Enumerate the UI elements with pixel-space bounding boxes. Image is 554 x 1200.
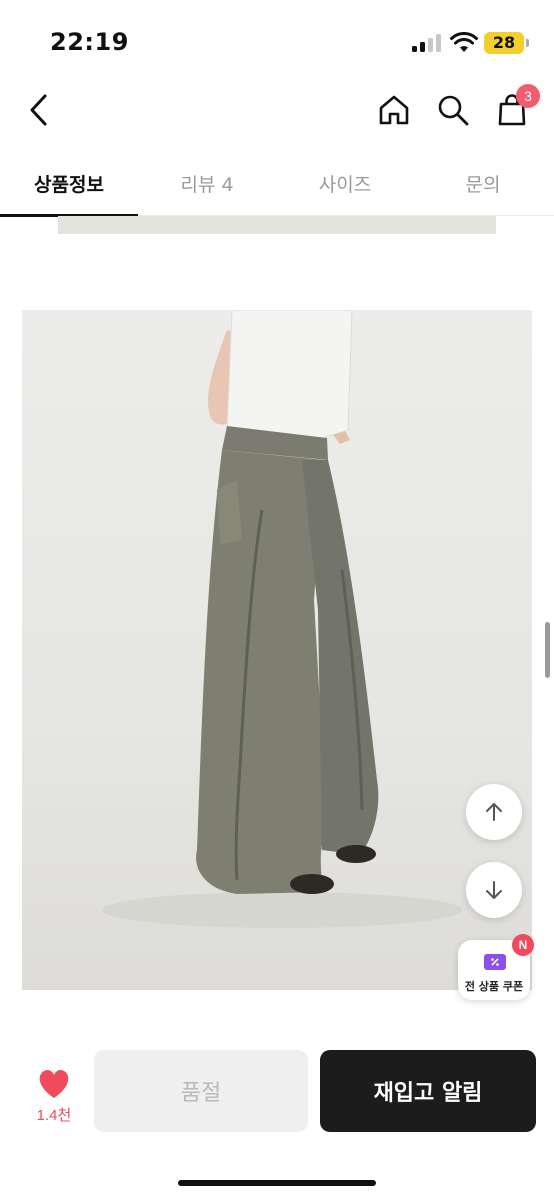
scroll-top-button[interactable]	[466, 784, 522, 840]
bottom-action-bar: 1.4천 품절 재입고 알림	[0, 1030, 554, 1200]
tab-inquiry[interactable]: 문의	[414, 150, 552, 216]
cart-button[interactable]: 3	[492, 84, 540, 130]
home-indicator	[178, 1180, 376, 1186]
cart-count-badge: 3	[516, 84, 540, 108]
tab-product-info[interactable]: 상품정보	[0, 150, 138, 217]
chevron-left-icon	[30, 94, 47, 126]
tab-reviews[interactable]: 리뷰 4	[138, 150, 276, 216]
coupon-label: 전 상품 쿠폰	[464, 980, 524, 993]
arrow-up-icon	[486, 803, 502, 821]
scroll-bottom-button[interactable]	[466, 862, 522, 918]
home-icon	[379, 95, 409, 125]
status-time: 22:19	[50, 28, 129, 56]
previous-product-image-edge	[58, 216, 496, 234]
home-button[interactable]	[374, 90, 414, 130]
battery-tip	[526, 39, 529, 47]
signal-icon	[412, 34, 441, 52]
scroll-indicator[interactable]	[545, 622, 550, 678]
like-count: 1.4천	[36, 1107, 72, 1124]
restock-alert-button[interactable]: 재입고 알림	[320, 1050, 536, 1132]
search-icon	[438, 95, 469, 126]
header: 3	[0, 80, 554, 140]
coupon-icon	[484, 954, 506, 970]
soldout-button: 품절	[94, 1050, 308, 1132]
new-badge: N	[512, 934, 534, 956]
product-tabs: 상품정보 리뷰 4 사이즈 문의	[0, 150, 554, 217]
like-button[interactable]: 1.4천	[24, 1066, 84, 1126]
product-image	[22, 310, 532, 990]
battery-indicator: 28	[484, 32, 524, 54]
heart-icon	[39, 1069, 69, 1098]
back-button[interactable]	[18, 88, 58, 132]
search-button[interactable]	[433, 90, 473, 130]
status-bar: 22:19 28	[0, 0, 554, 80]
arrow-down-icon	[486, 881, 502, 899]
tab-size[interactable]: 사이즈	[276, 150, 414, 216]
wifi-icon	[450, 32, 478, 52]
